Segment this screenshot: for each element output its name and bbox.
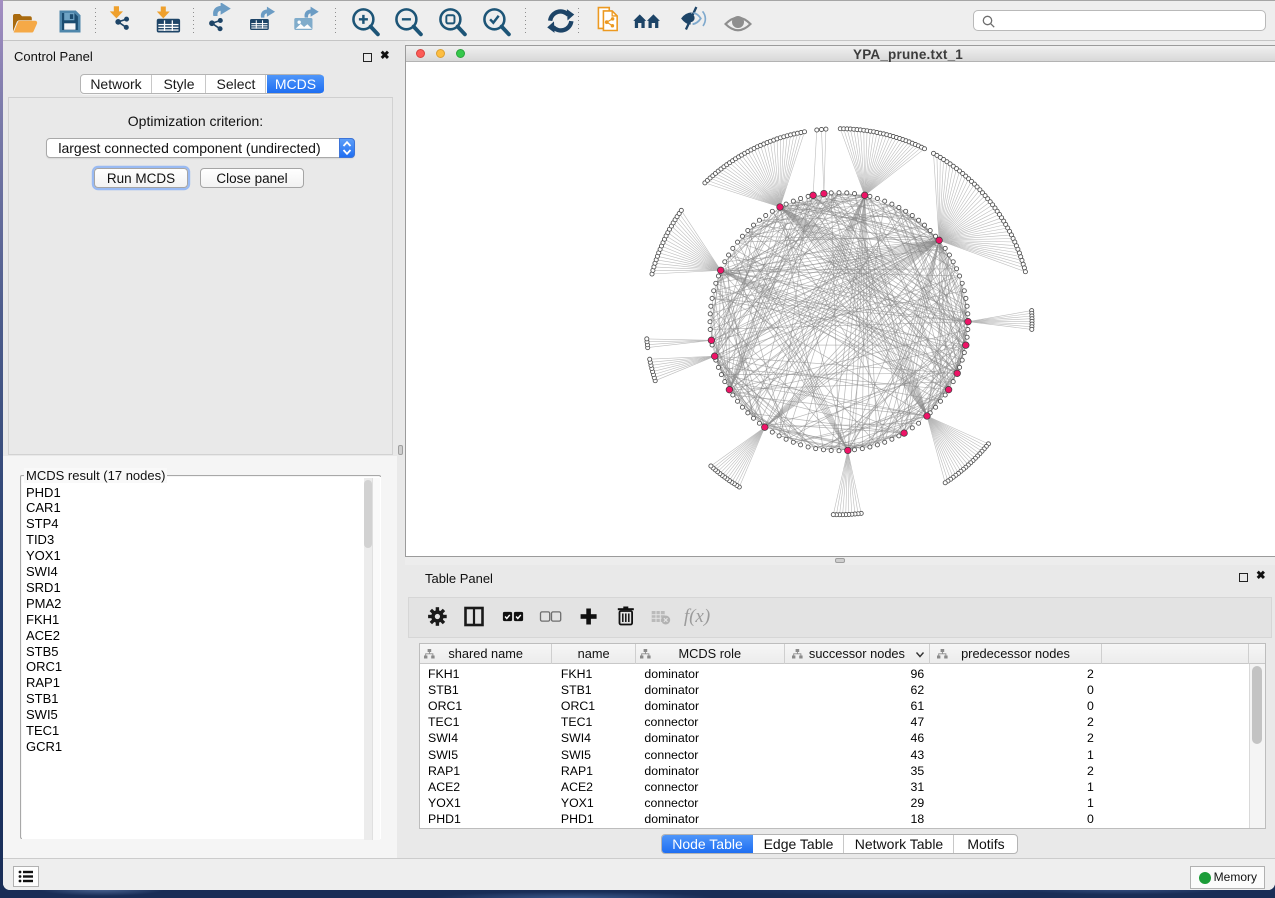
svg-text:f(x): f(x) — [684, 606, 710, 627]
